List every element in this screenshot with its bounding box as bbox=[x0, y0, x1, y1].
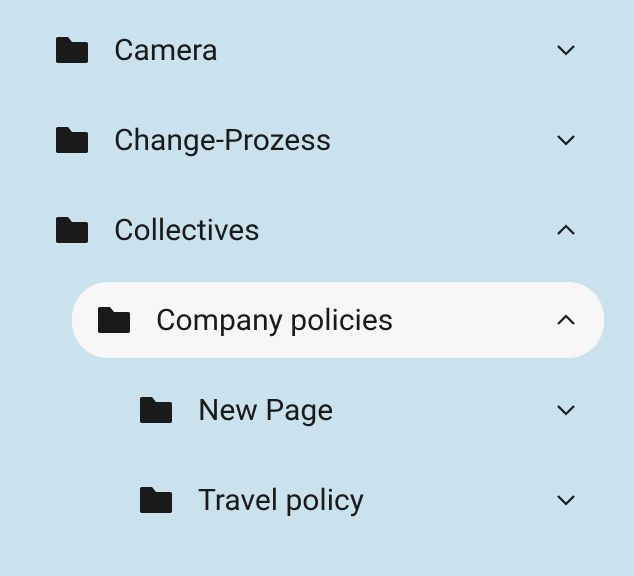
tree-item[interactable]: Camera bbox=[30, 12, 604, 88]
chevron-up-icon[interactable] bbox=[552, 306, 580, 334]
chevron-down-icon[interactable] bbox=[552, 36, 580, 64]
tree-item-label: Camera bbox=[114, 33, 552, 68]
chevron-down-icon[interactable] bbox=[552, 486, 580, 514]
tree-item[interactable]: New Page bbox=[114, 372, 604, 448]
tree-item-label: CompanyHandbook bbox=[156, 573, 552, 576]
tree-item[interactable]: Company policies bbox=[72, 282, 604, 358]
tree-item[interactable]: CompanyHandbook bbox=[72, 552, 604, 576]
folder-icon bbox=[54, 35, 90, 65]
tree-item[interactable]: Change-Prozess bbox=[30, 102, 604, 178]
folder-icon bbox=[138, 485, 174, 515]
chevron-up-icon[interactable] bbox=[552, 216, 580, 244]
chevron-down-icon[interactable] bbox=[552, 396, 580, 424]
folder-icon bbox=[96, 305, 132, 335]
folder-icon bbox=[138, 395, 174, 425]
tree-item-label: Collectives bbox=[114, 213, 552, 248]
tree-item-label: Travel policy bbox=[198, 483, 552, 518]
folder-tree: Camera Change-Prozess Collectives Compan… bbox=[0, 0, 634, 576]
chevron-down-icon[interactable] bbox=[552, 126, 580, 154]
folder-icon bbox=[54, 215, 90, 245]
tree-item[interactable]: Travel policy bbox=[114, 462, 604, 538]
tree-item-label: New Page bbox=[198, 393, 552, 428]
tree-item-label: Change-Prozess bbox=[114, 123, 552, 158]
tree-item[interactable]: Collectives bbox=[30, 192, 604, 268]
tree-item-label: Company policies bbox=[156, 303, 552, 338]
folder-icon bbox=[54, 125, 90, 155]
